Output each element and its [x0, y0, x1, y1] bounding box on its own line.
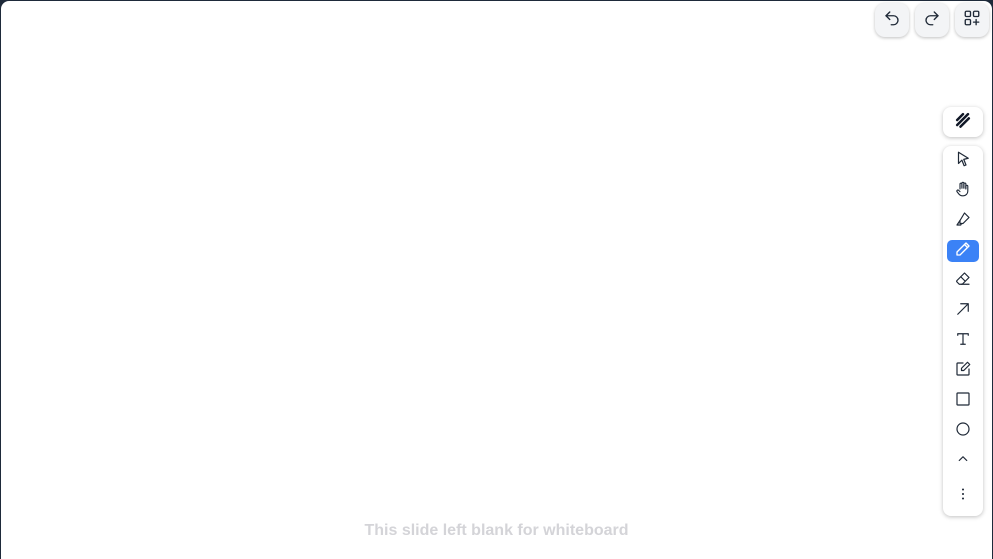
tool-pencil[interactable] — [947, 240, 979, 262]
arrow-icon — [954, 300, 972, 323]
tool-hand[interactable] — [947, 180, 979, 202]
whiteboard-canvas[interactable]: This slide left blank for whiteboard — [1, 1, 992, 559]
undo-button[interactable] — [875, 3, 909, 37]
tool-highlighter[interactable] — [947, 210, 979, 232]
eraser-icon — [954, 270, 972, 293]
tool-note[interactable] — [947, 360, 979, 382]
circle-icon — [954, 420, 972, 443]
tool-select[interactable] — [947, 150, 979, 172]
note-icon — [954, 360, 972, 383]
grid-plus-icon — [963, 9, 981, 32]
tool-arrow[interactable] — [947, 300, 979, 322]
pen-style-button[interactable] — [943, 107, 983, 137]
square-icon — [954, 390, 972, 413]
more-vertical-icon — [954, 485, 972, 508]
tool-collapse[interactable] — [947, 450, 979, 472]
chevron-up-icon — [954, 450, 972, 473]
tool-eraser[interactable] — [947, 270, 979, 292]
redo-icon — [923, 9, 941, 32]
tool-text[interactable] — [947, 330, 979, 352]
text-icon — [954, 330, 972, 353]
drawing-toolbar — [943, 146, 983, 516]
redo-button[interactable] — [915, 3, 949, 37]
tool-rectangle[interactable] — [947, 390, 979, 412]
undo-icon — [883, 9, 901, 32]
more-shapes-button[interactable] — [955, 3, 989, 37]
hand-icon — [954, 180, 972, 203]
scribble-icon — [953, 110, 973, 135]
tool-more[interactable] — [947, 485, 979, 507]
highlighter-icon — [954, 210, 972, 233]
top-toolbar — [875, 3, 989, 37]
tool-ellipse[interactable] — [947, 420, 979, 442]
blank-slide-caption: This slide left blank for whiteboard — [364, 522, 629, 539]
cursor-icon — [954, 150, 972, 173]
pencil-icon — [954, 240, 972, 263]
